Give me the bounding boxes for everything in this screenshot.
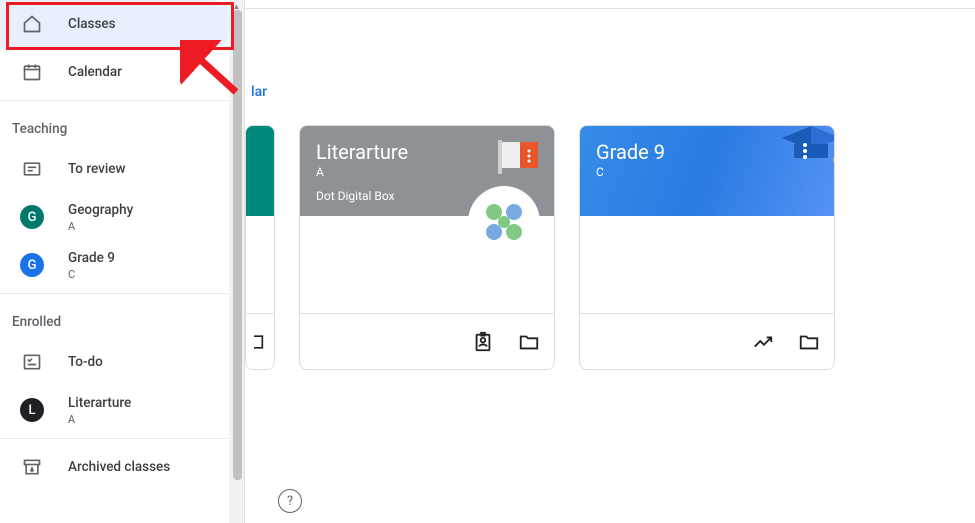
folder-icon-partial bbox=[254, 333, 264, 351]
sidebar-item-geography[interactable]: G Geography A bbox=[0, 193, 234, 241]
sidebar-item-todo[interactable]: To-do bbox=[0, 338, 234, 386]
avatar: G bbox=[20, 205, 44, 229]
sidebar-item-archived[interactable]: Archived classes bbox=[0, 443, 234, 491]
card-menu-button[interactable] bbox=[514, 140, 540, 166]
section-title-teaching: Teaching bbox=[0, 105, 244, 145]
sidebar-item-label: Grade 9 bbox=[68, 250, 115, 266]
teacher-avatar[interactable] bbox=[466, 184, 542, 260]
home-icon bbox=[20, 12, 44, 36]
class-card-literarture[interactable]: Literarture A Dot Digital Box bbox=[299, 125, 555, 370]
sidebar-item-sublabel: C bbox=[68, 268, 115, 281]
sidebar-item-literarture[interactable]: L Literarture A bbox=[0, 386, 234, 434]
card-footer bbox=[580, 313, 834, 369]
sidebar-item-label: To-do bbox=[68, 354, 103, 370]
divider bbox=[0, 438, 244, 439]
sidebar-item-calendar[interactable]: Calendar bbox=[0, 48, 234, 96]
class-avatar-icon: L bbox=[20, 398, 44, 422]
sidebar-item-classes[interactable]: Classes bbox=[0, 0, 234, 48]
class-card-partial[interactable] bbox=[245, 125, 275, 370]
class-avatar-icon: G bbox=[20, 205, 44, 229]
sidebar-item-label: Archived classes bbox=[68, 459, 170, 475]
card-header bbox=[246, 126, 274, 216]
main-content: lar Literarture A Dot Digital Box bbox=[245, 0, 975, 523]
assignment-icon[interactable] bbox=[472, 331, 494, 353]
card-menu-button[interactable] bbox=[792, 138, 818, 164]
sidebar: Classes Calendar Teaching To review G Ge… bbox=[0, 0, 245, 523]
folder-icon[interactable] bbox=[518, 331, 540, 353]
top-divider bbox=[245, 8, 975, 9]
review-icon bbox=[20, 157, 44, 181]
avatar: L bbox=[20, 398, 44, 422]
card-footer bbox=[300, 313, 554, 369]
todo-icon bbox=[20, 350, 44, 374]
sidebar-item-label: To review bbox=[68, 161, 126, 177]
class-avatar-icon: G bbox=[20, 253, 44, 277]
section-title-enrolled: Enrolled bbox=[0, 298, 244, 338]
folder-icon[interactable] bbox=[798, 331, 820, 353]
sidebar-item-label: Classes bbox=[68, 16, 116, 32]
sidebar-item-sublabel: A bbox=[68, 413, 131, 426]
class-card-grade9[interactable]: Grade 9 C bbox=[579, 125, 835, 370]
scrollbar[interactable]: ▲ bbox=[229, 0, 244, 523]
divider bbox=[0, 293, 244, 294]
calendar-link-partial[interactable]: lar bbox=[251, 84, 267, 100]
sidebar-item-label: Literarture bbox=[68, 395, 131, 411]
class-card-grid: Literarture A Dot Digital Box bbox=[245, 125, 835, 370]
card-footer bbox=[246, 313, 274, 369]
sidebar-item-sublabel: A bbox=[68, 220, 133, 233]
divider bbox=[0, 100, 244, 101]
help-button[interactable]: ? bbox=[278, 489, 302, 513]
sidebar-item-label: Calendar bbox=[68, 64, 122, 80]
calendar-icon bbox=[20, 60, 44, 84]
scrollbar-thumb[interactable] bbox=[233, 10, 242, 480]
card-header: Grade 9 C bbox=[580, 126, 834, 216]
sidebar-item-grade9[interactable]: G Grade 9 C bbox=[0, 241, 234, 289]
avatar: G bbox=[20, 253, 44, 277]
sidebar-item-to-review[interactable]: To review bbox=[0, 145, 234, 193]
archive-icon bbox=[20, 455, 44, 479]
more-vert-icon bbox=[803, 143, 807, 159]
sidebar-item-label: Geography bbox=[68, 202, 133, 218]
help-icon-text: ? bbox=[287, 494, 293, 509]
trending-icon[interactable] bbox=[752, 331, 774, 353]
